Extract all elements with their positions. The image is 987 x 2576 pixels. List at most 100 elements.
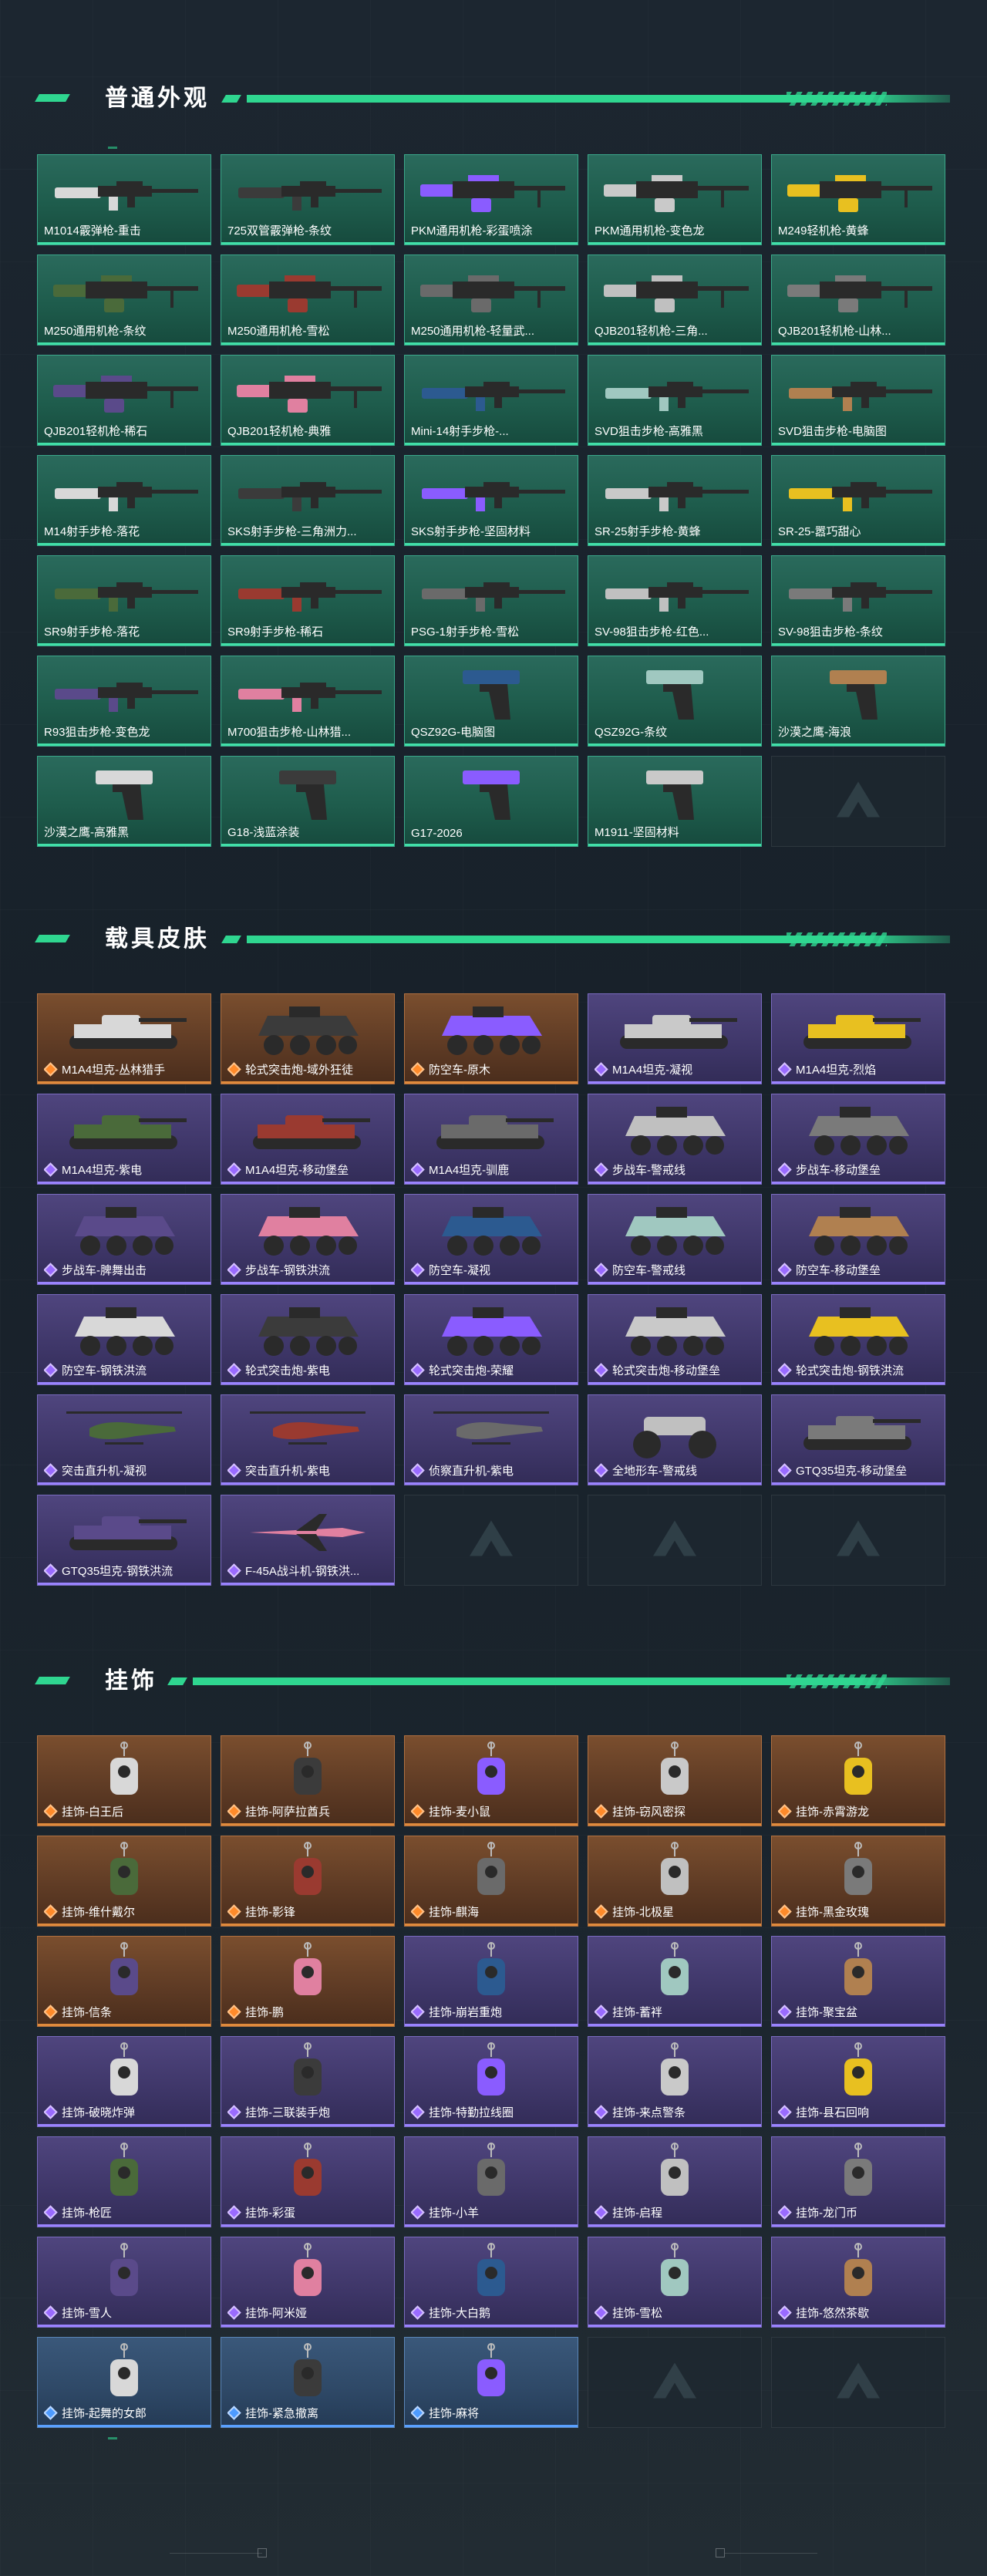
weapons-item-card[interactable]: Mini-14射手步枪-... — [404, 355, 578, 446]
weapons-item-card[interactable]: QSZ92G-电脑图 — [404, 656, 578, 747]
vehicles-item-card[interactable]: 轮式突击炮-移动堡垒 — [588, 1294, 762, 1385]
charms-item-card[interactable]: 挂饰-白王后 — [37, 1735, 211, 1826]
vehicles-item-card[interactable]: GTQ35坦克-钢铁洪流 — [37, 1495, 211, 1586]
item-label-text: SR9射手步枪-落花 — [44, 625, 140, 639]
charms-item-card[interactable]: 挂饰-蓄袢 — [588, 1936, 762, 2027]
vehicles-item-card[interactable]: 步战车-警戒线 — [588, 1094, 762, 1185]
vehicles-item-card[interactable]: 防空车-移动堡垒 — [771, 1194, 945, 1285]
charms-item-card[interactable]: 挂饰-枪匠 — [37, 2136, 211, 2227]
charms-item-card[interactable]: 挂饰-三联装手炮 — [221, 2036, 395, 2127]
weapons-item-card[interactable]: M250通用机枪-条纹 — [37, 255, 211, 346]
weapons-item-card[interactable]: M250通用机枪-轻量武... — [404, 255, 578, 346]
weapons-item-card[interactable]: M700狙击步枪-山林猎... — [221, 656, 395, 747]
weapons-item-card[interactable]: M249轻机枪-黄蜂 — [771, 154, 945, 245]
vehicles-item-card[interactable]: M1A4坦克-驯鹿 — [404, 1094, 578, 1185]
charms-item-card[interactable]: 挂饰-黑金玫瑰 — [771, 1836, 945, 1927]
weapons-item-card[interactable]: SV-98狙击步枪-红色... — [588, 555, 762, 646]
vehicles-item-card[interactable]: M1A4坦克-紫电 — [37, 1094, 211, 1185]
vehicles-item-card[interactable]: M1A4坦克-丛林猎手 — [37, 993, 211, 1084]
charms-item-card[interactable]: 挂饰-来点警条 — [588, 2036, 762, 2127]
weapons-item-card[interactable]: SKS射手步枪-坚固材料 — [404, 455, 578, 546]
vehicles-item-card[interactable]: M1A4坦克-移动堡垒 — [221, 1094, 395, 1185]
vehicles-item-card[interactable]: M1A4坦克-凝视 — [588, 993, 762, 1084]
charms-item-card[interactable]: 挂饰-麦小鼠 — [404, 1735, 578, 1826]
vehicles-item-card[interactable]: F-45A战斗机-钢铁洪... — [221, 1495, 395, 1586]
weapons-item-card[interactable]: M1014霰弹枪-重击 — [37, 154, 211, 245]
weapons-item-card[interactable]: M250通用机枪-雪松 — [221, 255, 395, 346]
vehicles-item-card[interactable]: 轮式突击炮-荣耀 — [404, 1294, 578, 1385]
weapons-item-card[interactable]: SR-25射手步枪-黄蜂 — [588, 455, 762, 546]
charms-item-card[interactable]: 挂饰-赤霄游龙 — [771, 1735, 945, 1826]
weapons-item-card[interactable]: PKM通用机枪-变色龙 — [588, 154, 762, 245]
vehicles-item-card[interactable]: 防空车-钢铁洪流 — [37, 1294, 211, 1385]
rarity-bar — [221, 543, 394, 545]
weapons-item-card[interactable]: QSZ92G-条纹 — [588, 656, 762, 747]
charms-item-card[interactable]: 挂饰-县石回响 — [771, 2036, 945, 2127]
vehicles-item-card[interactable]: 全地形车-警戒线 — [588, 1394, 762, 1485]
weapons-item-card[interactable]: SR9射手步枪-落花 — [37, 555, 211, 646]
vehicles-item-card[interactable]: 步战车-移动堡垒 — [771, 1094, 945, 1185]
weapons-item-card[interactable]: 725双管霰弹枪-条纹 — [221, 154, 395, 245]
vehicles-item-card[interactable]: 步战车-脾舞出击 — [37, 1194, 211, 1285]
rarity-bar — [38, 2325, 211, 2327]
charms-item-card[interactable]: 挂饰-紧急撤离 — [221, 2337, 395, 2428]
vehicles-item-card[interactable]: 防空车-警戒线 — [588, 1194, 762, 1285]
charms-item-card[interactable]: 挂饰-启程 — [588, 2136, 762, 2227]
charms-item-card[interactable]: 挂饰-特勤拉线圈 — [404, 2036, 578, 2127]
charms-item-card[interactable]: 挂饰-起舞的女郎 — [37, 2337, 211, 2428]
vehicles-item-card[interactable]: 轮式突击炮-域外狂徒 — [221, 993, 395, 1084]
vehicles-item-card[interactable]: 轮式突击炮-钢铁洪流 — [771, 1294, 945, 1385]
charms-item-card[interactable]: 挂饰-龙门币 — [771, 2136, 945, 2227]
weapons-item-card[interactable]: SKS射手步枪-三角洲力... — [221, 455, 395, 546]
weapons-item-card[interactable]: SVD狙击步枪-高雅黑 — [588, 355, 762, 446]
weapons-item-card[interactable]: G18-浅蓝涂装 — [221, 756, 395, 847]
weapons-item-card[interactable]: PSG-1射手步枪-雪松 — [404, 555, 578, 646]
weapons-item-card[interactable]: SVD狙击步枪-电脑图 — [771, 355, 945, 446]
vehicles-item-card[interactable]: GTQ35坦克-移动堡垒 — [771, 1394, 945, 1485]
weapons-item-card[interactable]: QJB201轻机枪-稀石 — [37, 355, 211, 446]
vehicles-item-card[interactable]: 侦察直升机-紫电 — [404, 1394, 578, 1485]
weapons-item-card[interactable]: SV-98狙击步枪-条纹 — [771, 555, 945, 646]
weapons-item-card[interactable]: 沙漠之鹰-海浪 — [771, 656, 945, 747]
charms-item-card[interactable]: 挂饰-鹏 — [221, 1936, 395, 2027]
charms-item-card[interactable]: 挂饰-信条 — [37, 1936, 211, 2027]
charms-item-card[interactable]: 挂饰-彩蛋 — [221, 2136, 395, 2227]
weapons-item-card[interactable]: M1911-坚固材料 — [588, 756, 762, 847]
weapons-item-card[interactable]: PKM通用机枪-彩蛋喷涂 — [404, 154, 578, 245]
weapons-item-card[interactable]: 沙漠之鹰-高雅黑 — [37, 756, 211, 847]
pistol-icon — [221, 761, 394, 826]
item-label: 轮式突击炮-域外狂徒 — [227, 1061, 389, 1077]
vehicles-item-card[interactable]: 轮式突击炮-紫电 — [221, 1294, 395, 1385]
charms-item-card[interactable]: 挂饰-雪人 — [37, 2237, 211, 2328]
charms-item-card[interactable]: 挂饰-雪松 — [588, 2237, 762, 2328]
charms-item-card[interactable]: 挂饰-小羊 — [404, 2136, 578, 2227]
weapons-item-card[interactable]: M14射手步枪-落花 — [37, 455, 211, 546]
weapons-item-card[interactable]: R93狙击步枪-变色龙 — [37, 656, 211, 747]
charms-item-card[interactable]: 挂饰-影锋 — [221, 1836, 395, 1927]
charms-item-card[interactable]: 挂饰-维什戴尔 — [37, 1836, 211, 1927]
vehicles-item-card[interactable]: 防空车-原木 — [404, 993, 578, 1084]
vehicles-item-card[interactable]: M1A4坦克-烈焰 — [771, 993, 945, 1084]
weapons-item-card[interactable]: QJB201轻机枪-山林... — [771, 255, 945, 346]
vehicles-item-card[interactable]: 突击直升机-凝视 — [37, 1394, 211, 1485]
weapons-item-card[interactable]: QJB201轻机枪-典雅 — [221, 355, 395, 446]
charms-item-card[interactable]: 挂饰-北极星 — [588, 1836, 762, 1927]
charms-item-card[interactable]: 挂饰-麻将 — [404, 2337, 578, 2428]
charms-item-card[interactable]: 挂饰-阿米娅 — [221, 2237, 395, 2328]
vehicles-item-card[interactable]: 步战车-钢铁洪流 — [221, 1194, 395, 1285]
charms-item-card[interactable]: 挂饰-悠然茶歇 — [771, 2237, 945, 2328]
vehicles-item-card[interactable]: 防空车-凝视 — [404, 1194, 578, 1285]
weapons-item-card[interactable]: SR9射手步枪-稀石 — [221, 555, 395, 646]
charms-item-card[interactable]: 挂饰-麒海 — [404, 1836, 578, 1927]
weapons-item-card[interactable]: QJB201轻机枪-三角... — [588, 255, 762, 346]
charms-item-card[interactable]: 挂饰-破晓炸弹 — [37, 2036, 211, 2127]
charms-item-card[interactable]: 挂饰-聚宝盆 — [771, 1936, 945, 2027]
weapons-item-card[interactable]: G17-2026 — [404, 756, 578, 847]
charms-item-card[interactable]: 挂饰-阿萨拉酋兵 — [221, 1735, 395, 1826]
charms-item-card[interactable]: 挂饰-崩岩重炮 — [404, 1936, 578, 2027]
vehicles-item-card[interactable]: 突击直升机-紫电 — [221, 1394, 395, 1485]
item-label: M250通用机枪-雪松 — [227, 322, 389, 339]
weapons-item-card[interactable]: SR-25-嚣巧甜心 — [771, 455, 945, 546]
charms-item-card[interactable]: 挂饰-窃风密探 — [588, 1735, 762, 1826]
charms-item-card[interactable]: 挂饰-大白鹅 — [404, 2237, 578, 2328]
